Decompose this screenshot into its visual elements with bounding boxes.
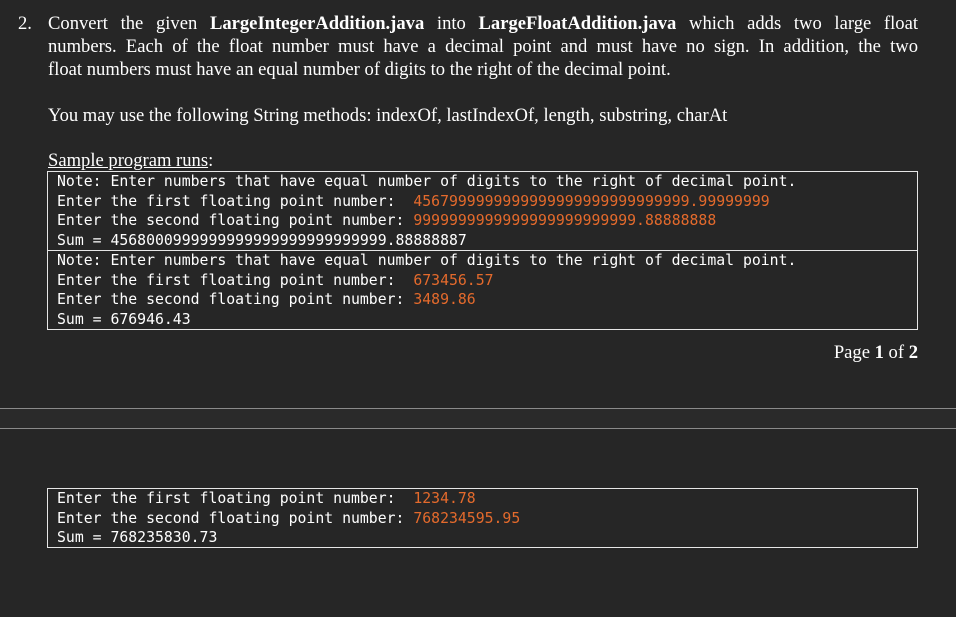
source-filename: LargeIntegerAddition.java xyxy=(209,13,425,34)
question-text: which adds two large float xyxy=(676,13,918,34)
second-input-value: 9999999999999999999999999.88888888 xyxy=(413,212,717,230)
second-input-line: Enter the second floating point number: … xyxy=(57,509,521,527)
first-input-value: 4567999999999999999999999999999.99999999 xyxy=(413,192,770,210)
first-input-value: 1234.78 xyxy=(413,490,476,507)
sample-runs-label: Sample program runs: xyxy=(48,150,214,171)
page-number: Page 1 of 2 xyxy=(833,342,918,363)
second-input-line: Enter the second floating point number: … xyxy=(57,212,717,230)
sum-line: Sum = 676946.43 xyxy=(57,310,191,328)
page-break-gap xyxy=(0,409,956,428)
sample-run-3: Enter the first floating point number: 1… xyxy=(47,488,918,549)
question-line-2: numbers. Each of the float number must h… xyxy=(48,36,918,57)
sum-line: Sum = 4568000999999999999999999999999.88… xyxy=(57,231,467,249)
page-break-bottom-line xyxy=(0,428,956,429)
question-number: 2. xyxy=(18,13,32,34)
note-line: Note: Enter numbers that have equal numb… xyxy=(57,252,797,269)
second-input-line: Enter the second floating point number: … xyxy=(57,291,476,309)
first-input-line: Enter the first floating point number: 1… xyxy=(57,490,476,507)
first-input-value: 673456.57 xyxy=(413,271,494,289)
first-input-line: Enter the first floating point number: 4… xyxy=(57,192,770,210)
note-line: Note: Enter numbers that have equal numb… xyxy=(57,173,797,190)
sample-run-2: Note: Enter numbers that have equal numb… xyxy=(47,250,918,330)
question-line-3: float numbers must have an equal number … xyxy=(48,59,671,80)
target-filename: LargeFloatAddition.java xyxy=(478,13,677,34)
question-text: into xyxy=(424,13,479,34)
question-line-1: Convert the given LargeIntegerAddition.j… xyxy=(48,12,918,35)
sample-run-1: Note: Enter numbers that have equal numb… xyxy=(47,171,918,251)
question-text: Convert the given xyxy=(48,13,210,34)
sum-line: Sum = 768235830.73 xyxy=(57,529,218,547)
second-input-value: 3489.86 xyxy=(413,291,476,309)
second-input-value: 768234595.95 xyxy=(413,509,521,527)
first-input-line: Enter the first floating point number: 6… xyxy=(57,271,494,289)
string-methods-line: You may use the following String methods… xyxy=(48,105,728,126)
